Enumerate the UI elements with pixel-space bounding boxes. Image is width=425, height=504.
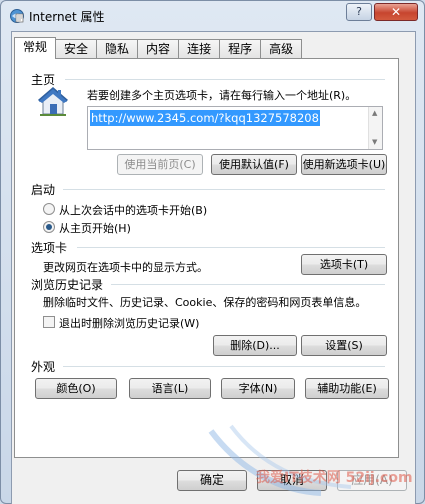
radio-last-session[interactable] [43, 203, 55, 215]
tabs-heading: 选项卡 [31, 241, 68, 255]
scroll-down-icon[interactable]: ▼ [372, 138, 377, 146]
tab-advanced[interactable]: 高级 [260, 39, 303, 59]
home-page-divider [65, 79, 385, 80]
radio-home-page[interactable] [43, 221, 55, 233]
languages-button[interactable]: 语言(L) [129, 378, 211, 399]
colors-button[interactable]: 颜色(O) [35, 378, 117, 399]
watermark-logo [208, 424, 352, 496]
startup-heading: 启动 [31, 183, 56, 197]
history-settings-button[interactable]: 设置(S) [301, 335, 387, 356]
scroll-up-icon[interactable]: ▲ [372, 109, 377, 117]
appearance-divider [63, 366, 385, 367]
use-default-button[interactable]: 使用默认值(F) [211, 154, 297, 175]
history-heading: 浏览历史记录 [31, 278, 104, 292]
help-button[interactable]: ? [346, 3, 372, 21]
close-button[interactable]: ✕ [374, 3, 418, 21]
tabs-divider [77, 247, 385, 248]
use-new-tab-button[interactable]: 使用新选项卡(U) [301, 154, 387, 175]
delete-on-exit-label: 退出时删除浏览历史记录(W) [59, 317, 200, 330]
delete-history-button[interactable]: 删除(D)... [213, 335, 297, 356]
title-bar: Internet 属性 ? ✕ [1, 1, 425, 31]
radio-last-session-label: 从上次会话中的选项卡开始(B) [59, 204, 208, 217]
tab-connections[interactable]: 连接 [178, 39, 221, 59]
radio-home-page-label: 从主页开始(H) [59, 222, 131, 235]
tab-content[interactable]: 内容 [137, 39, 180, 59]
startup-divider [63, 189, 385, 190]
internet-options-icon [10, 9, 24, 23]
delete-on-exit-checkbox[interactable] [43, 316, 55, 328]
url-scrollbar[interactable]: ▲ ▼ [368, 107, 382, 149]
watermark-text: 我爱IT技术网 52ij.com [256, 470, 413, 486]
tab-security[interactable]: 安全 [55, 39, 98, 59]
appearance-heading: 外观 [31, 360, 56, 374]
home-page-url-value: http://www.2345.com/?kqq1327578208 [90, 110, 320, 126]
history-divider [111, 284, 385, 285]
tab-general[interactable]: 常规 [14, 37, 57, 59]
tab-programs[interactable]: 程序 [219, 39, 262, 59]
home-page-url-textarea[interactable]: http://www.2345.com/?kqq1327578208 ▲ ▼ [87, 106, 383, 150]
home-icon [38, 87, 68, 116]
window-title: Internet 属性 [29, 10, 105, 24]
tabs-description: 更改网页在选项卡中的显示方式。 [43, 261, 208, 274]
internet-options-window: Internet 属性 ? ✕ 常规 安全 隐私 内容 连接 程序 高级 主页 … [0, 0, 425, 504]
history-description: 删除临时文件、历史记录、Cookie、保存的密码和网页表单信息。 [43, 296, 367, 309]
home-page-instruction: 若要创建多个主页选项卡，请在每行输入一个地址(R)。 [87, 89, 357, 102]
tab-strip: 常规 安全 隐私 内容 连接 程序 高级 [14, 37, 303, 59]
fonts-button[interactable]: 字体(N) [221, 378, 295, 399]
tabs-settings-button[interactable]: 选项卡(T) [301, 254, 387, 275]
use-current-button[interactable]: 使用当前页(C) [117, 154, 203, 175]
accessibility-button[interactable]: 辅助功能(E) [305, 378, 389, 399]
tab-privacy[interactable]: 隐私 [96, 39, 139, 59]
